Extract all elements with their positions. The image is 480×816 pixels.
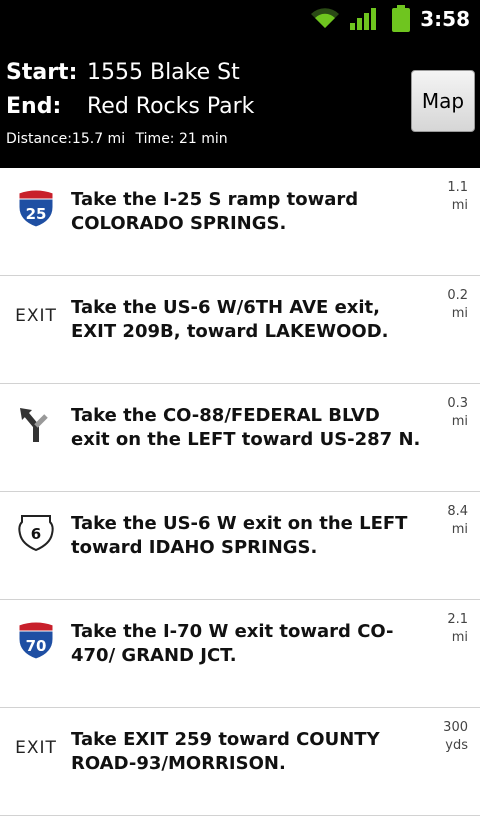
end-value: Red Rocks Park <box>87 94 255 119</box>
direction-step[interactable]: Take the CO-88/FEDERAL BLVD exit on the … <box>0 384 480 492</box>
direction-text: Take the I-70 W exit toward CO-470/ GRAN… <box>71 621 394 666</box>
end-row: End: Red Rocks Park <box>6 94 254 119</box>
step-distance: 8.4 mi <box>447 504 468 537</box>
direction-step[interactable]: EXIT Take the US-6 W/6TH AVE exit, EXIT … <box>0 276 480 384</box>
exit-label: EXIT <box>15 738 57 758</box>
directions-list: 25 Take the I-25 S ramp toward COLORADO … <box>0 168 480 816</box>
direction-text: Take the CO-88/FEDERAL BLVD exit on the … <box>71 405 421 450</box>
step-distance: 1.1 mi <box>447 180 468 213</box>
us-route-6-icon: 6 <box>14 510 58 554</box>
direction-text: Take the I-25 S ramp toward COLORADO SPR… <box>71 189 359 234</box>
direction-step[interactable]: 25 Take the I-25 S ramp toward COLORADO … <box>0 168 480 276</box>
start-label: Start: <box>6 60 78 85</box>
interstate-25-icon: 25 <box>14 186 58 230</box>
route-header: Start: 1555 Blake St End: Red Rocks Park… <box>0 38 480 168</box>
start-value: 1555 Blake St <box>87 60 240 85</box>
keep-left-arrow-icon <box>14 402 58 446</box>
route-summary: Distance:15.7 mi Time: 21 min <box>6 131 234 147</box>
direction-text: Take EXIT 259 toward COUNTY ROAD-93/MORR… <box>71 729 380 774</box>
direction-text: Take the US-6 W exit on the LEFT toward … <box>71 513 408 558</box>
step-distance: 300 yds <box>443 720 468 753</box>
step-distance: 0.3 mi <box>447 396 468 429</box>
direction-step[interactable]: 70 Take the I-70 W exit toward CO-470/ G… <box>0 600 480 708</box>
distance-text: Distance:15.7 mi <box>6 131 126 147</box>
status-bar: 3:58 <box>0 0 480 38</box>
exit-label: EXIT <box>15 306 57 326</box>
shield-label: 6 <box>31 525 41 543</box>
exit-icon: EXIT <box>14 294 58 338</box>
direction-text: Take the US-6 W/6TH AVE exit, EXIT 209B,… <box>71 297 389 342</box>
shield-label: 25 <box>26 205 47 223</box>
direction-step[interactable]: 6 Take the US-6 W exit on the LEFT towar… <box>0 492 480 600</box>
start-row: Start: 1555 Blake St <box>6 60 240 85</box>
wifi-icon <box>311 8 339 28</box>
interstate-70-icon: 70 <box>14 618 58 662</box>
exit-icon: EXIT <box>14 726 58 770</box>
clock-time: 3:58 <box>420 7 470 31</box>
shield-label: 70 <box>26 637 47 655</box>
signal-icon <box>350 8 376 30</box>
time-text: Time: 21 min <box>135 131 228 147</box>
end-label: End: <box>6 94 62 119</box>
battery-icon <box>392 5 410 32</box>
step-distance: 2.1 mi <box>447 612 468 645</box>
map-button[interactable]: Map <box>411 70 475 132</box>
step-distance: 0.2 mi <box>447 288 468 321</box>
